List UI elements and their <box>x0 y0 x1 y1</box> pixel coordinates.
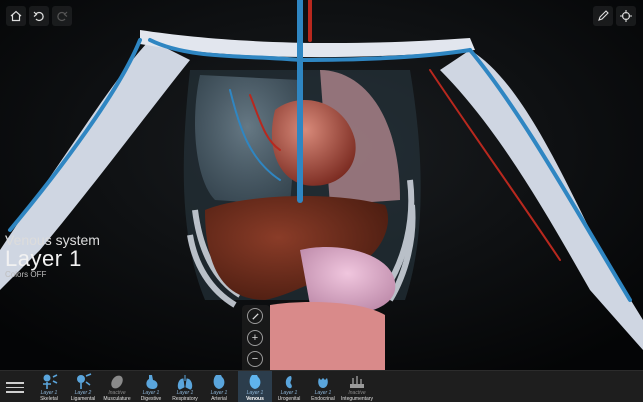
anatomy-3d-viewport[interactable] <box>0 0 643 370</box>
muscle-icon <box>111 375 123 389</box>
system-integumentary[interactable]: Inactive Integumentary <box>340 371 374 402</box>
draw-button[interactable] <box>593 6 613 26</box>
pencil-icon <box>598 10 609 21</box>
system-bar: Layer 1 Skeletal Layer 2 Ligamental Inac… <box>0 370 643 402</box>
undo-icon <box>33 11 44 22</box>
skin-icon <box>350 376 364 388</box>
system-skeletal[interactable]: Layer 1 Skeletal <box>32 371 66 402</box>
system-endocrinal[interactable]: Layer 1 Endocrinal <box>306 371 340 402</box>
ligament-icon <box>77 373 92 389</box>
layer-name: Layer 1 <box>5 246 82 271</box>
system-musculature[interactable]: Inactive Musculature <box>100 371 134 402</box>
system-venous[interactable]: Layer 1 Venous <box>238 371 272 402</box>
home-icon <box>10 10 22 22</box>
menu-icon <box>6 382 24 384</box>
lungs-icon <box>177 375 193 390</box>
home-button[interactable] <box>6 6 26 26</box>
menu-button[interactable] <box>6 379 24 395</box>
kidney-icon <box>285 376 292 389</box>
zoom-out-button[interactable]: − <box>247 351 263 367</box>
colors-status: Colors OFF <box>5 270 47 279</box>
system-urogenital[interactable]: Layer 1 Urogenital <box>272 371 306 402</box>
system-digestive[interactable]: Layer 1 Digestive <box>134 371 168 402</box>
undo-button[interactable] <box>29 6 49 26</box>
stomach-icon <box>146 375 158 389</box>
recenter-button[interactable] <box>616 6 636 26</box>
zoom-tools: + − <box>242 305 270 371</box>
zoom-in-button[interactable]: + <box>247 330 263 346</box>
intestines <box>270 302 385 370</box>
system-ligamental[interactable]: Layer 2 Ligamental <box>66 371 100 402</box>
system-respiratory[interactable]: Layer 1 Respiratory <box>168 371 202 402</box>
slice-button[interactable] <box>247 308 263 324</box>
vein-icon <box>249 375 261 389</box>
layer-info: Venous system Layer 1 Colors OFF <box>5 233 100 280</box>
redo-icon <box>57 11 68 22</box>
artery-icon <box>213 375 225 389</box>
gland-icon <box>318 378 328 388</box>
anatomy-app: Venous system Layer 1 Colors OFF + − Lay… <box>0 0 643 402</box>
crosshair-icon <box>620 10 632 22</box>
system-arterial[interactable]: Layer 1 Arterial <box>202 371 236 402</box>
skeleton-icon <box>43 374 58 389</box>
slice-icon <box>251 312 259 320</box>
redo-button[interactable] <box>52 6 72 26</box>
